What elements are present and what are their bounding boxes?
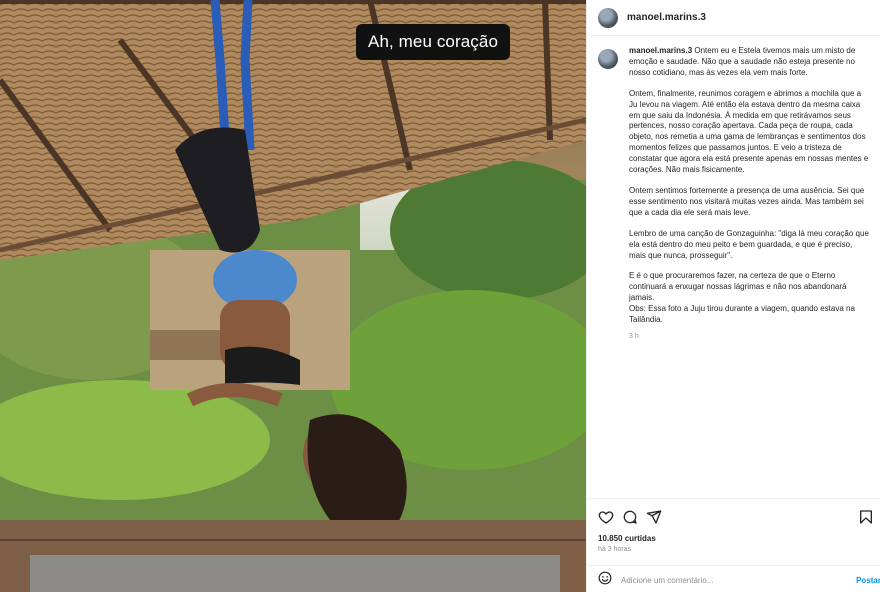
header-username[interactable]: manoel.marins.3 — [627, 12, 706, 23]
photo-illustration — [0, 0, 586, 592]
bookmark-icon[interactable] — [858, 509, 874, 530]
story-caption: Ah, meu coração — [356, 24, 511, 60]
caption-paragraph-4: E é o que procuraremos fazer, na certeza… — [629, 271, 855, 325]
post-comment-button[interactable]: Postar — [856, 576, 880, 585]
caption-row: manoel.marins.3 Ontem eu e Estela tivemo… — [598, 46, 870, 343]
caption-paragraph-3: Lembro de uma canção de Gonzaguinha: "di… — [629, 228, 869, 260]
likes-count[interactable]: 10.850 curtidas — [598, 534, 656, 543]
caption-time: 3 h — [629, 332, 639, 340]
caption-avatar[interactable] — [598, 49, 618, 69]
caption-paragraph: manoel.marins.3 Ontem eu e Estela tivemo… — [629, 46, 870, 79]
comment-box: Postar — [587, 565, 880, 592]
emoji-icon[interactable] — [598, 571, 612, 590]
avatar[interactable] — [598, 7, 618, 28]
comment-icon[interactable] — [622, 509, 638, 530]
caption-username[interactable]: manoel.marins.3 — [629, 46, 692, 55]
posted-time: há 3 horas — [598, 546, 632, 553]
caption-paragraph-2: Ontem sentimos fortemente a presença de … — [629, 185, 865, 217]
caption-paragraph-1: Ontem, finalmente, reunimos coragem e ab… — [629, 88, 869, 175]
post-photo[interactable]: Ah, meu coração — [0, 0, 586, 592]
heart-icon[interactable] — [598, 509, 614, 530]
post-side-panel: manoel.marins.3 manoel.marins.3 Ontem eu… — [586, 0, 880, 592]
comment-input[interactable] — [621, 575, 841, 585]
share-icon[interactable] — [646, 509, 662, 530]
post-header: manoel.marins.3 — [587, 0, 880, 36]
action-icons — [598, 509, 874, 527]
caption-text: manoel.marins.3 Ontem eu e Estela tivemo… — [629, 46, 870, 343]
actions-bar: 10.850 curtidas há 3 horas Postar — [587, 498, 880, 592]
caption-area: manoel.marins.3 Ontem eu e Estela tivemo… — [587, 46, 880, 496]
